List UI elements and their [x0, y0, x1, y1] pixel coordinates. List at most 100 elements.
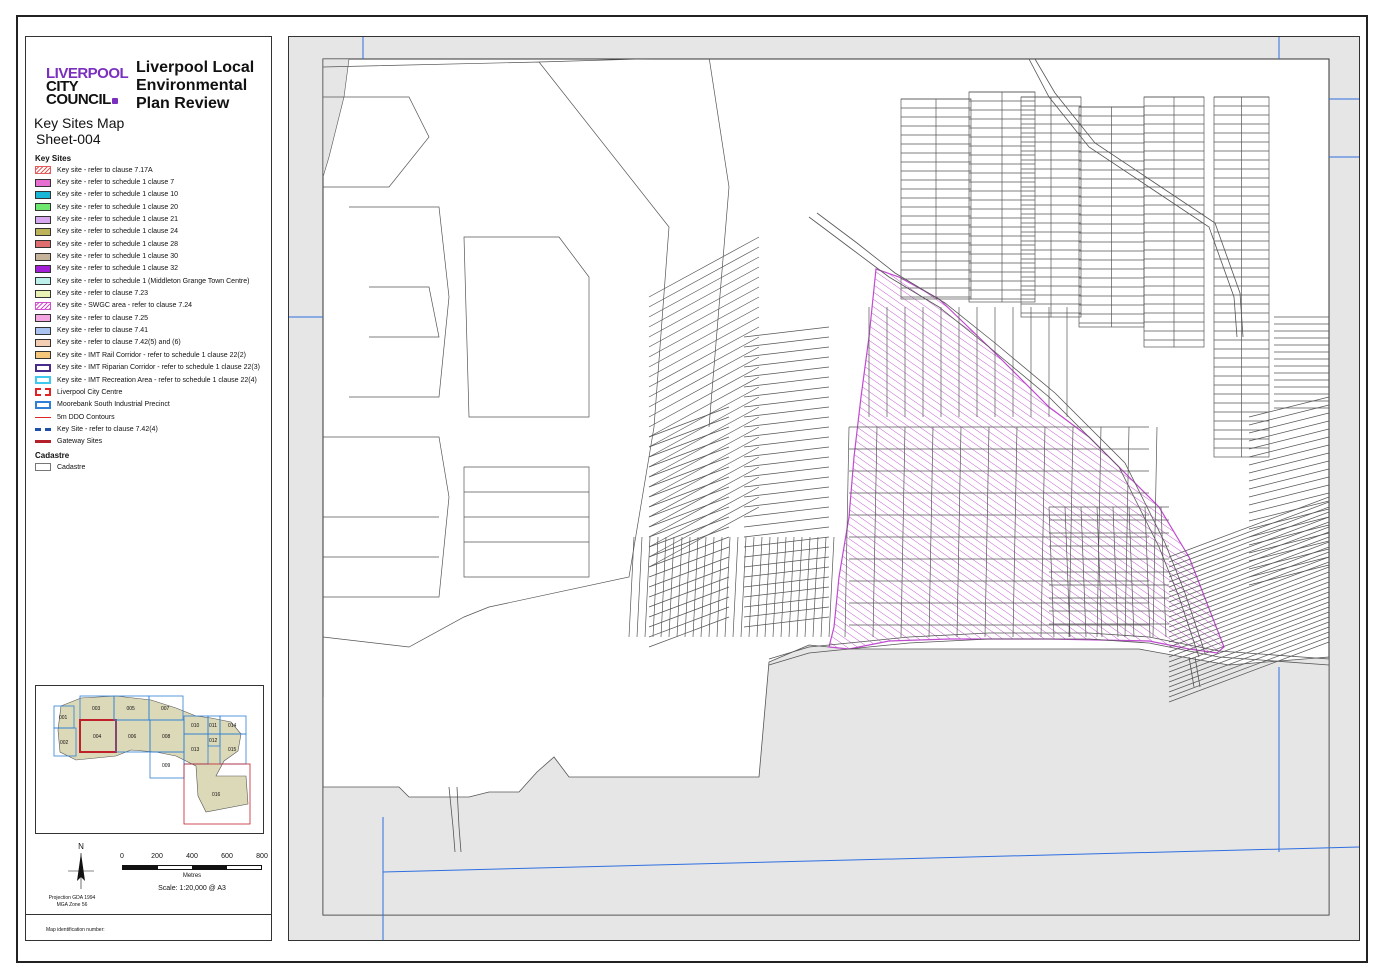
legend-swatch: [35, 227, 51, 236]
legend-item: Key site - refer to schedule 1 clause 7: [35, 176, 269, 188]
legend-item: Key site - SWGC area - refer to clause 7…: [35, 300, 269, 312]
legend-label: 5m DDO Contours: [57, 413, 115, 421]
legend-label: Key site - refer to schedule 1 clause 10: [57, 191, 179, 199]
map-id-label: Map identification number:: [46, 927, 105, 933]
map-svg[interactable]: [289, 37, 1360, 941]
legend-label: Key site - SWGC area - refer to clause 7…: [57, 302, 192, 310]
legend-label: Key site - refer to clause 7.17A: [57, 166, 153, 174]
legend-label: Key Site - refer to clause 7.42(4): [57, 425, 158, 433]
legend-swatch: [35, 326, 51, 335]
legend-label: Key site - refer to schedule 1 clause 20: [57, 203, 179, 211]
scale-bar: 0 200 400 600 800 Metres Scale: 1:20,000 @ A…: [120, 853, 268, 892]
legend-label: Key site - refer to schedule 1 clause 28: [57, 240, 179, 248]
legend-item: Key site - refer to schedule 1 clause 32: [35, 263, 269, 275]
inset-sheet-label: 013: [191, 747, 200, 753]
legend-swatch: [35, 338, 51, 347]
legend-swatch: [35, 463, 51, 472]
logo-line-3: COUNCIL: [46, 92, 138, 107]
legend-label: Liverpool City Centre: [57, 388, 123, 396]
legend-item: Key site - IMT Riparian Corridor - refer…: [35, 362, 269, 374]
legend-panel: LIVERPOOL CITY COUNCIL Liverpool Local E…: [25, 36, 272, 941]
scale-ticks: 0 200 400 600 800: [120, 853, 268, 863]
legend-item: Key site - refer to schedule 1 clause 30: [35, 250, 269, 262]
scale-unit: Metres: [182, 873, 202, 879]
legend-label: Key site - refer to schedule 1 clause 30: [57, 253, 179, 261]
inset-sheet-label: 001: [59, 715, 68, 721]
inset-sheet-label: 002: [60, 740, 69, 746]
legend-label: Key site - refer to clause 7.23: [57, 290, 149, 298]
scale-tick-label: 200: [151, 853, 163, 860]
legend-label: Key site - refer to schedule 1 (Middleto…: [57, 277, 250, 285]
legend-swatch: [35, 440, 51, 444]
legend-label: Key site - refer to schedule 1 clause 24: [57, 228, 179, 236]
legend-label: Key site - refer to clause 7.41: [57, 327, 149, 335]
legend-label: Key site - IMT Riparian Corridor - refer…: [57, 364, 260, 372]
legend-item: Key Site - refer to clause 7.42(4): [35, 423, 269, 435]
scale-tick-label: 400: [186, 853, 198, 860]
legend-label: Gateway Sites: [57, 438, 103, 446]
legend-list: Key site - refer to clause 7.17A Key site…: [35, 164, 269, 448]
inset-sheet-label: 010: [191, 723, 200, 729]
legend-item: Key site - IMT Recreation Area - refer t…: [35, 374, 269, 386]
legend-swatch: [35, 252, 51, 261]
legend-label: Moorebank South Industrial Precinct: [57, 401, 170, 409]
projection-line-2: MGA Zone 56: [56, 902, 88, 908]
legend-label: Key site - refer to clause 7.42(5) and (…: [57, 339, 181, 347]
projection-line-1: Projection GDA 1994: [48, 895, 96, 901]
legend-item: Key site - IMT Rail Corridor - refer to …: [35, 349, 269, 361]
legend-swatch: [35, 416, 51, 418]
legend-swatch: [35, 190, 51, 199]
legend-item: Key site - refer to clause 7.41: [35, 324, 269, 336]
legend-swatch: [35, 301, 51, 310]
legend-item: Liverpool City Centre: [35, 386, 269, 398]
legend-swatch: [35, 400, 51, 409]
scale-tick-label: 600: [221, 853, 233, 860]
inset-svg: 001 002 003 004 005 006 007 008 009 010 011 012 013 0…: [53, 695, 251, 825]
sheet-number: Sheet-004: [36, 131, 101, 147]
legend-item-cadastre: Cadastre: [35, 461, 269, 473]
legend-item: Gateway Sites: [35, 436, 269, 448]
inset-sheet-label: 006: [128, 734, 137, 740]
legend-swatch: [35, 203, 51, 212]
map-id-box: Map identification number:: [26, 914, 271, 940]
inset-sheet-label: 015: [228, 747, 237, 753]
legend-item: Key site - refer to schedule 1 clause 28: [35, 238, 269, 250]
legend-item: Key site - refer to schedule 1 clause 10: [35, 189, 269, 201]
legend-heading-cadastre: Cadastre: [35, 451, 70, 460]
legend-swatch: [35, 388, 51, 397]
scale-tick-label: 800: [256, 853, 268, 860]
legend-swatch: [35, 376, 51, 385]
legend-cadastre: Cadastre: [35, 461, 269, 473]
legend-item: Key site - refer to schedule 1 clause 20: [35, 201, 269, 213]
inset-sheet-label: 012: [209, 738, 218, 744]
legend-item: 5m DDO Contours: [35, 411, 269, 423]
legend-label: Key site - refer to schedule 1 clause 32: [57, 265, 179, 273]
legend-label: Key site - refer to schedule 1 clause 21: [57, 216, 179, 224]
scale-tick-label: 0: [120, 853, 124, 860]
legend-item: Moorebank South Industrial Precinct: [35, 399, 269, 411]
map-title: Key Sites Map: [34, 115, 125, 131]
inset-sheet-label: 008: [162, 734, 171, 740]
legend-swatch: [35, 264, 51, 273]
plan-title: Liverpool Local Environmental Plan Revie…: [136, 59, 255, 112]
legend-item: Key site - refer to schedule 1 clause 24: [35, 226, 269, 238]
legend-swatch: [35, 240, 51, 249]
main-map[interactable]: [288, 36, 1360, 941]
legend-item: Key site - refer to clause 7.23: [35, 287, 269, 299]
legend-item: Key site - refer to schedule 1 (Middleto…: [35, 275, 269, 287]
legend-swatch: [35, 427, 51, 431]
legend-swatch: [35, 314, 51, 323]
scale-bar-graphic: [122, 865, 262, 870]
inset-sheet-label: 016: [212, 792, 221, 798]
legend-swatch: [35, 166, 51, 175]
inset-sheet-label: 007: [161, 706, 170, 712]
projection-note: Projection GDA 1994 MGA Zone 56: [42, 895, 102, 909]
legend-swatch: [35, 277, 51, 286]
legend-item: Key site - refer to clause 7.17A: [35, 164, 269, 176]
legend-label: Cadastre: [57, 463, 86, 471]
scale-text: Scale: 1:20,000 @ A3: [158, 885, 226, 892]
legend-item: Key site - refer to schedule 1 clause 21: [35, 213, 269, 225]
council-logo: LIVERPOOL CITY COUNCIL: [46, 66, 138, 107]
north-label: N: [78, 842, 84, 851]
legend-item: Key site - refer to clause 7.25: [35, 312, 269, 324]
